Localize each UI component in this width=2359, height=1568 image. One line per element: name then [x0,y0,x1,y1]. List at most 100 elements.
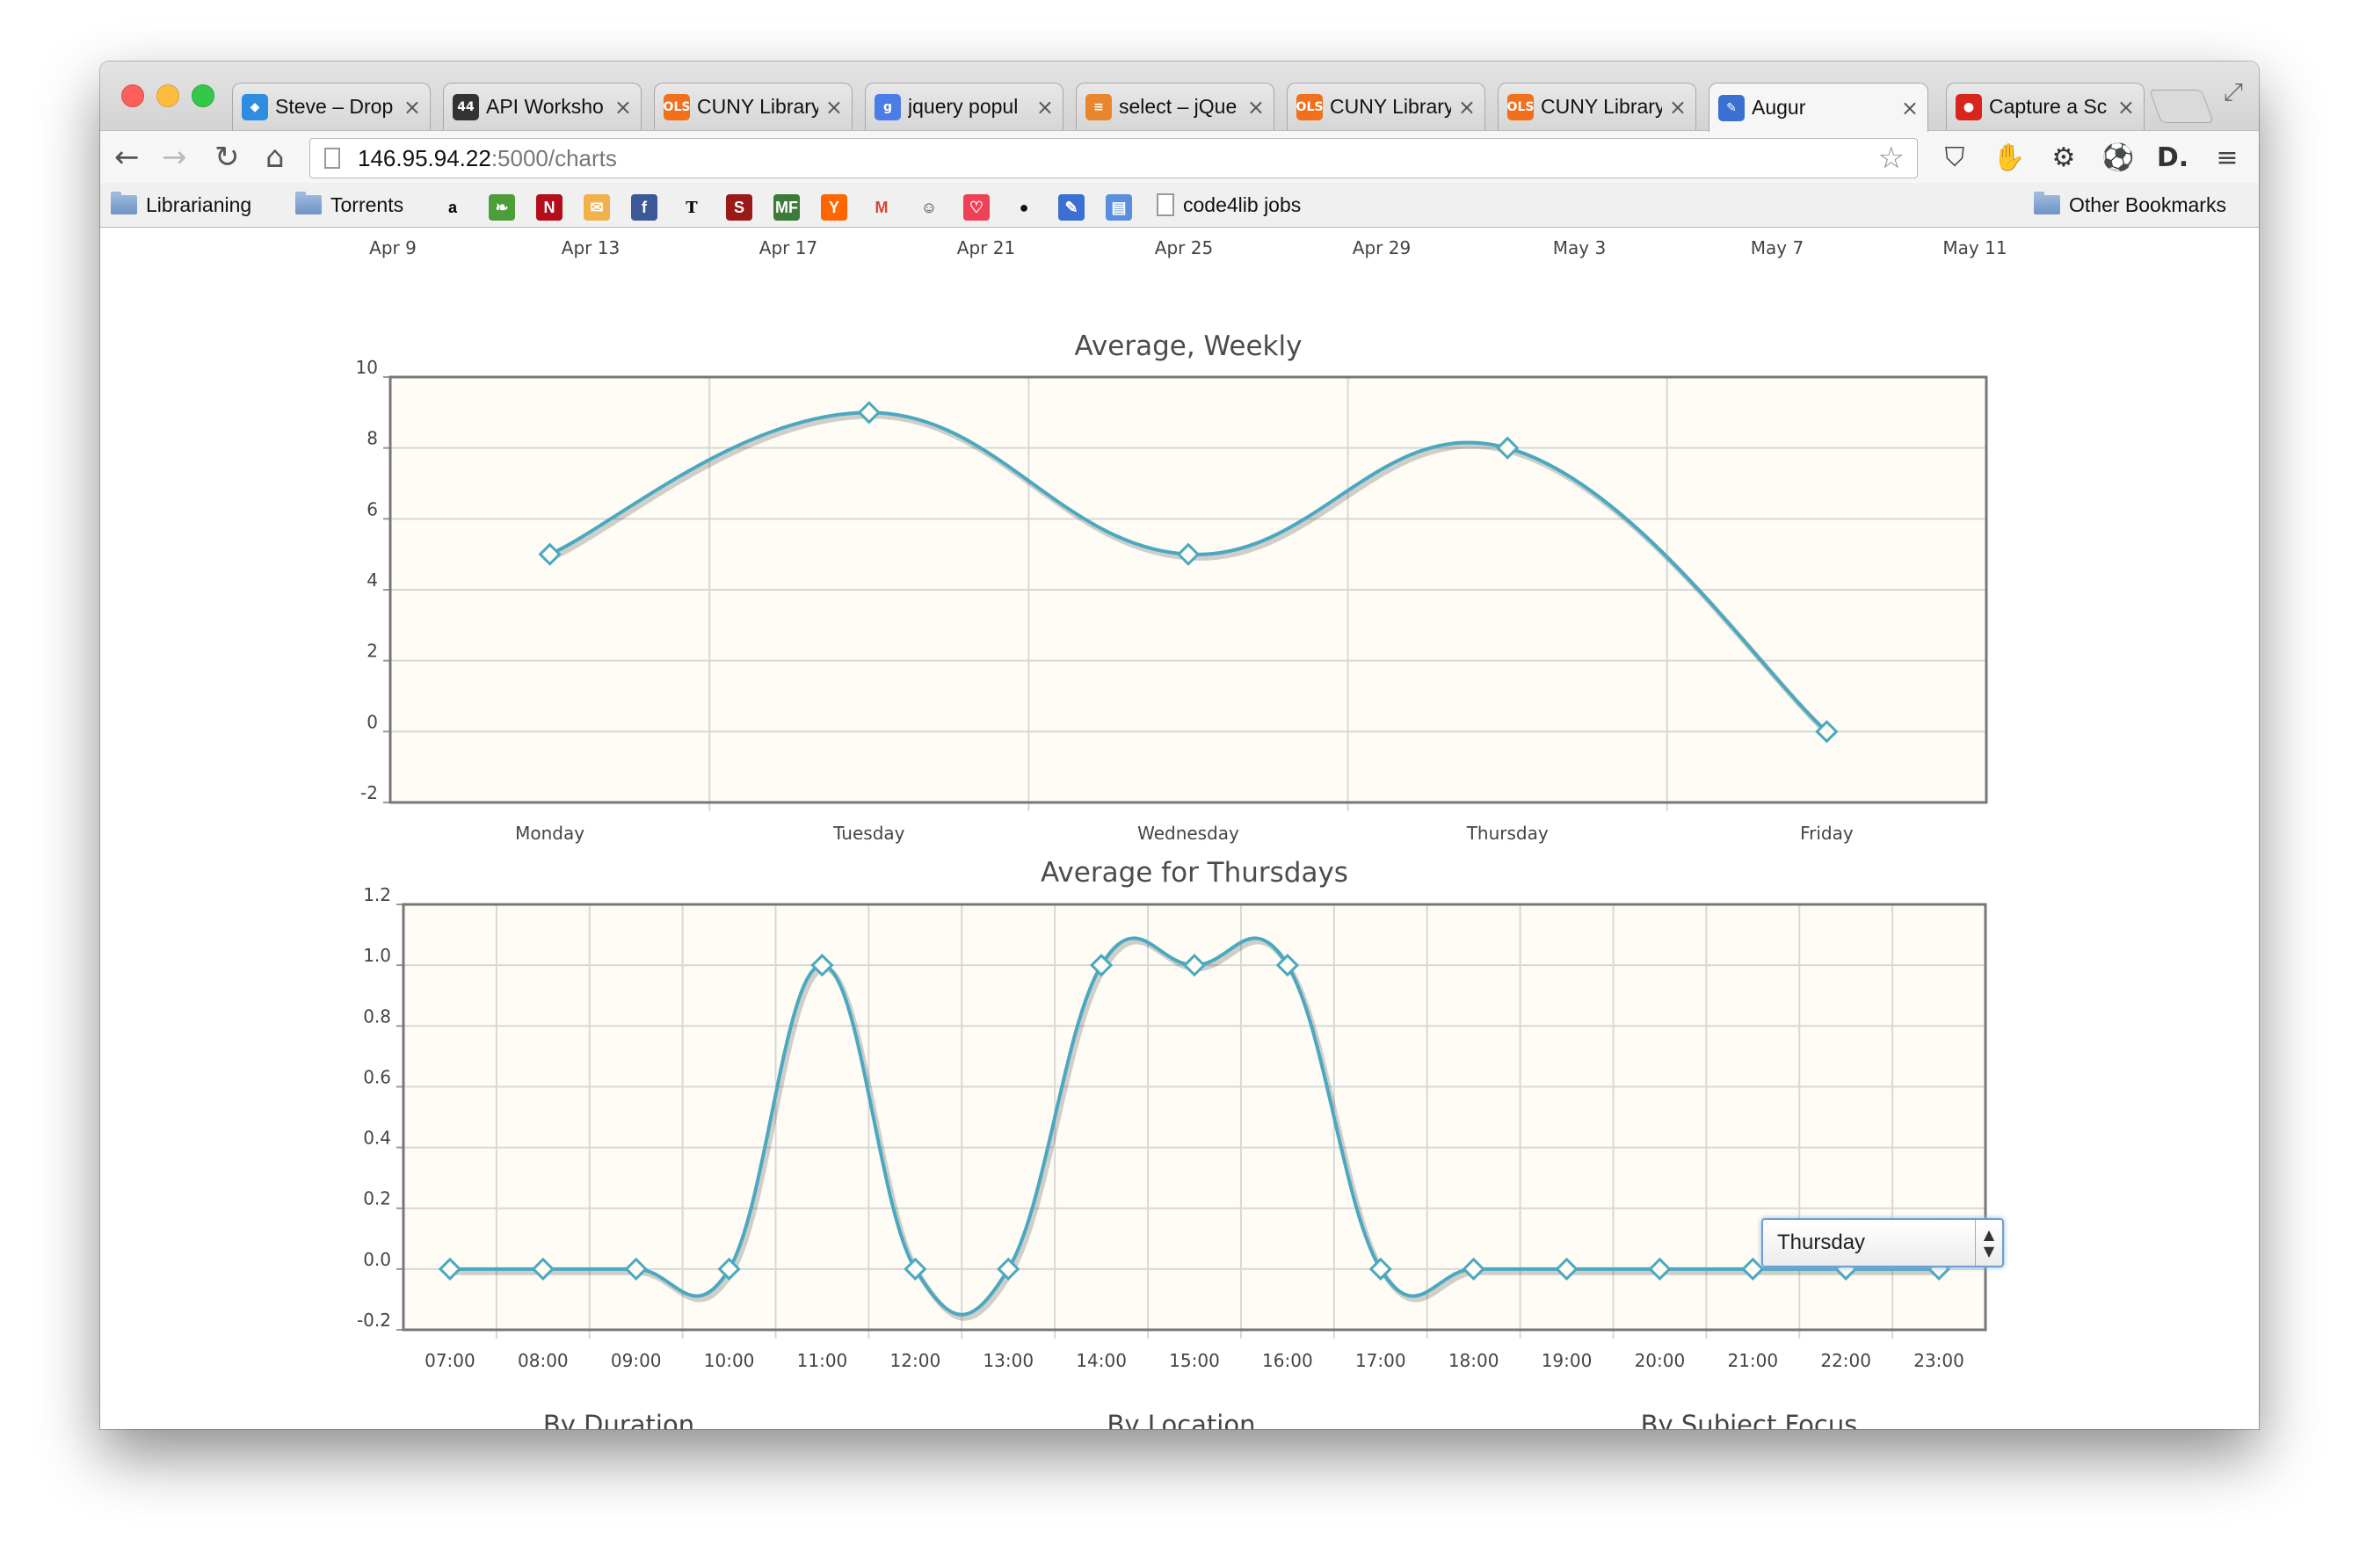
dlvr-extension-icon[interactable]: D. [2155,140,2190,175]
tab-8[interactable]: ✎ Augur × [1709,83,1928,132]
tab-title: API Worksho [486,95,604,118]
x-tick-label: 07:00 [425,1350,475,1371]
tab-2[interactable]: 44 API Worksho × [443,83,642,130]
x-tick-label: 12:00 [890,1350,941,1371]
tab-close-icon[interactable]: × [1247,95,1265,120]
x-tick-label: 19:00 [1542,1350,1593,1371]
bookmark-star-icon[interactable]: ☆ [1878,141,1905,176]
bookmark-code4lib-jobs[interactable]: code4lib jobs [1157,191,1301,219]
timeline-tick-label: May 3 [1553,237,1606,258]
forward-icon[interactable]: → [162,140,187,175]
augur-bookmark-icon[interactable]: ✎ [1058,194,1085,221]
netflix-icon[interactable]: N [536,194,563,221]
soccer-extension-icon[interactable]: ⚽ [2101,140,2136,175]
tab-close-icon[interactable]: × [403,95,421,120]
menu-icon[interactable]: ≡ [2210,140,2245,175]
bookmark-label: Librarianing [146,192,252,216]
home-icon[interactable]: ⌂ [265,140,285,175]
pocket-extension-icon[interactable]: ⛉ [1937,140,1972,175]
bookmark-folder-other[interactable]: Other Bookmarks [2034,191,2226,219]
tab-title: CUNY Library [697,95,818,118]
timeline-tick-label: Apr 13 [562,237,620,258]
nytimes-icon[interactable]: T [679,194,705,221]
maximize-window-button[interactable] [192,84,214,107]
x-tick-label: 09:00 [611,1350,662,1371]
x-tick-label: 15:00 [1169,1350,1220,1371]
evernote-icon[interactable]: ❧ [489,194,515,221]
x-tick-label: Tuesday [832,823,905,844]
tab-5[interactable]: ≡ select – jQue × [1076,83,1274,130]
x-tick-label: 13:00 [983,1350,1034,1371]
y-tick-label: 0.6 [363,1066,391,1087]
tab-9[interactable]: ● Capture a Sc × [1946,83,2145,130]
timeline-tick-label: May 11 [1942,237,2007,258]
x-tick-label: Wednesday [1137,823,1239,844]
timeline-tick-label: May 7 [1751,237,1804,258]
bookmark-folder-torrents[interactable]: Torrents [295,191,403,219]
bookmark-folder-librarianing[interactable]: Librarianing [111,191,251,219]
minimize-window-button[interactable] [156,84,179,107]
y-tick-label: 6 [367,498,378,519]
settings-extension-icon[interactable]: ⚙ [2046,140,2081,175]
browser-window: ◆ Steve – Drop × 44 API Worksho × OLS CUNY Libr… [100,62,2259,1429]
new-tab-button[interactable] [2149,90,2214,123]
tab-close-icon[interactable]: × [1036,95,1054,120]
google-icon: g [875,93,901,120]
y-tick-label: 0 [367,711,378,732]
document-icon [1157,193,1174,216]
facebook-icon[interactable]: f [631,194,657,221]
feed-icon[interactable]: ▤ [1106,194,1132,221]
mail-bookmark-icon[interactable]: ✉ [584,194,610,221]
bookmark-label: Torrents [330,192,404,216]
pocket-icon[interactable]: ♡ [963,194,990,221]
tab-4[interactable]: g jquery popul × [865,83,1063,130]
hackernews-icon[interactable]: Y [821,194,847,221]
gmail-icon[interactable]: M [868,194,895,221]
ols-icon: OLS [1507,93,1534,120]
close-window-button[interactable] [121,84,144,107]
tab-title: Steve – Drop [275,95,394,118]
tab-1[interactable]: ◆ Steve – Drop × [232,83,431,130]
tab-6[interactable]: OLS CUNY Library × [1287,83,1485,130]
bookmark-label: code4lib jobs [1183,192,1302,216]
back-icon[interactable]: ← [114,140,140,175]
adblock-extension-icon[interactable]: ✋ [1992,140,2027,175]
chart-title: Average for Thursdays [1041,857,1348,889]
address-bar[interactable]: 146.95.94.22 :5000/charts ☆ [309,138,1918,178]
y-tick-label: 1.2 [363,884,391,905]
timeline-tick-label: Apr 29 [1353,237,1411,258]
x-tick-label: 22:00 [1820,1350,1871,1371]
augur-icon: ✎ [1718,94,1745,121]
tab-close-icon[interactable]: × [614,95,632,120]
x-tick-label: Thursday [1466,823,1549,844]
tab-close-icon[interactable]: × [1458,95,1476,120]
folder-icon [111,192,137,214]
x-tick-label: 16:00 [1262,1350,1313,1371]
tab-close-icon[interactable]: × [1669,95,1687,120]
timeline-tick-label: Apr 21 [957,237,1015,258]
amazon-icon[interactable]: a [439,194,466,221]
tab-close-icon[interactable]: × [2117,95,2135,120]
y-tick-label: 2 [367,641,378,662]
y-tick-label: -0.2 [357,1310,391,1331]
tab-7[interactable]: OLS CUNY Library × [1498,83,1696,130]
tab-close-icon[interactable]: × [1901,96,1919,120]
y-tick-label: 0.8 [363,1005,391,1027]
mefi-icon[interactable]: MF [773,194,800,221]
x-tick-label: Friday [1800,823,1854,844]
tab-close-icon[interactable]: × [825,95,843,120]
day-select[interactable]: Thursday ▲ ▼ [1761,1218,2004,1267]
slate-icon[interactable]: S [726,194,752,221]
browser-toolbar: ← → ↻ ⌂ 146.95.94.22 :5000/charts ☆ ⛉ ✋ … [100,130,2259,184]
reddit-icon[interactable]: ☺ [916,194,942,221]
section-title: By Location [1107,1410,1256,1429]
page-content: Apr 9 Apr 13 Apr 17 Apr 21 Apr 25 Apr 29 May 3… [100,228,2259,1429]
tab-title: Augur [1752,96,1806,119]
tab-3[interactable]: OLS CUNY Library × [654,83,853,130]
tab-title: Capture a Sc [1989,95,2108,118]
fullscreen-icon[interactable]: ⤢ [2224,77,2243,107]
url-host: 146.95.94.22 [358,144,491,171]
github-icon[interactable]: ● [1011,194,1037,221]
reload-icon[interactable]: ↻ [214,140,240,175]
x-tick-label: 14:00 [1076,1350,1127,1371]
